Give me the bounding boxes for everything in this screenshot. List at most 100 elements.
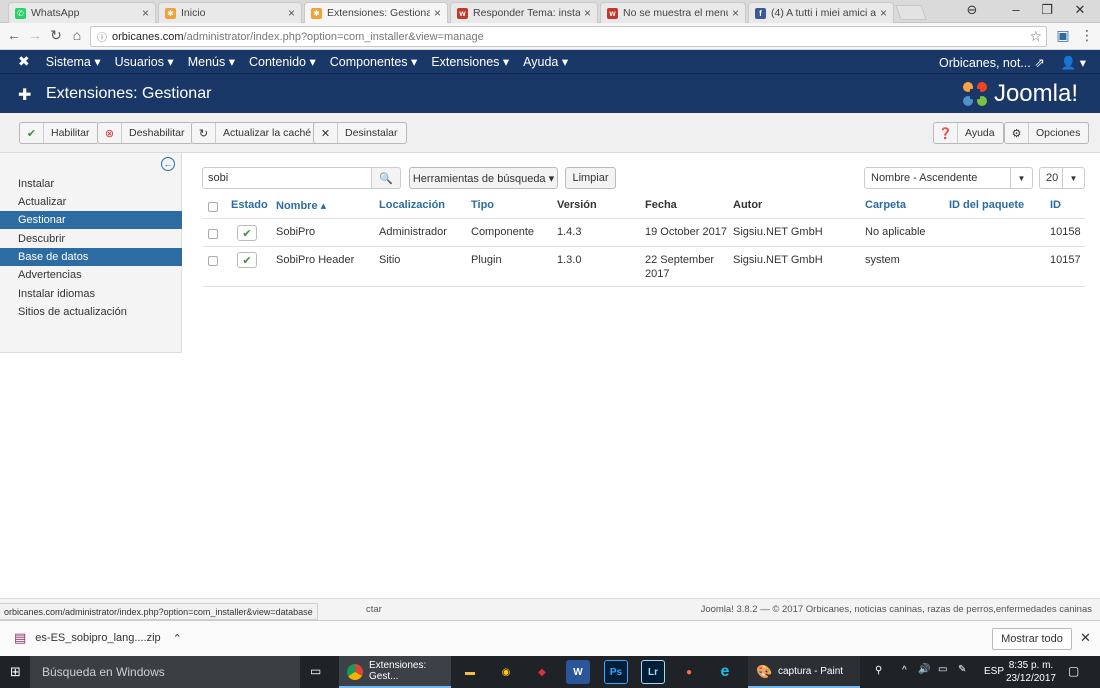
search-tools-button[interactable]: Herramientas de búsqueda ▾ [409, 167, 558, 189]
tab-inicio[interactable]: ✱ Inicio × [158, 2, 302, 23]
close-icon[interactable]: × [732, 6, 739, 20]
file-explorer-icon[interactable]: ▬ [458, 660, 482, 684]
tab-whatsapp[interactable]: ✆ WhatsApp × [8, 2, 156, 23]
sidebar-item-actualizar[interactable]: Actualizar [0, 193, 182, 211]
language-indicator[interactable]: ESP [984, 666, 1004, 677]
close-icon[interactable]: × [142, 6, 149, 20]
photoshop-icon[interactable]: Ps [604, 660, 628, 684]
clear-button[interactable]: Limpiar [565, 167, 616, 189]
close-icon[interactable]: × [288, 6, 295, 20]
site-link[interactable]: Orbicanes, not... ⇗ [939, 55, 1045, 71]
taskbar-paint-window[interactable]: 🎨 captura - Paint [748, 656, 860, 688]
back-icon[interactable]: ← [5, 27, 23, 43]
info-icon[interactable]: ⓘ [97, 29, 107, 44]
cell-nombre: SobiPro Header [276, 254, 355, 266]
volume-icon[interactable]: 🔊 [918, 664, 930, 675]
col-id[interactable]: ID [1050, 199, 1061, 211]
menu-icon[interactable]: ⋮ [1078, 27, 1096, 44]
uninstall-button[interactable]: ✕ Desinstalar [313, 122, 407, 144]
url-field[interactable]: ⓘ orbicanes.com/administrator/index.php?… [90, 26, 1047, 47]
app-icon[interactable]: ◉ [494, 660, 518, 684]
close-icon[interactable]: × [880, 6, 887, 20]
menu-contenido[interactable]: Contenido ▾ [249, 54, 316, 69]
col-tipo[interactable]: Tipo [471, 199, 494, 211]
menu-extensiones[interactable]: Extensiones ▾ [431, 54, 509, 69]
pen-icon[interactable]: ✎ [958, 664, 966, 675]
clock[interactable]: 8:35 p. m. 23/12/2017 [1006, 659, 1056, 685]
new-tab-button[interactable] [895, 5, 927, 20]
lightroom-icon[interactable]: Lr [641, 660, 665, 684]
menu-sistema[interactable]: Sistema ▾ [46, 54, 101, 69]
cancel-circle-icon: ⊗ [98, 123, 122, 143]
bookmark-star-icon[interactable]: ☆ [1029, 28, 1042, 45]
help-button[interactable]: ❓ Ayuda [933, 122, 1004, 144]
col-estado[interactable]: Estado [231, 199, 268, 211]
chevron-up-icon[interactable]: ^ [902, 665, 907, 676]
tab-responder-tema[interactable]: w Responder Tema: instale × [450, 2, 598, 23]
menu-menus[interactable]: Menús ▾ [188, 54, 235, 69]
firefox-icon[interactable]: ● [677, 660, 701, 684]
col-carpeta[interactable]: Carpeta [865, 199, 906, 211]
collapse-sidebar-icon[interactable]: ← [161, 157, 175, 171]
people-icon[interactable]: ⚲ [875, 665, 882, 676]
refresh-cache-button[interactable]: ↻ Actualizar la caché [191, 122, 321, 144]
restore-icon[interactable]: ❐ [1037, 2, 1057, 18]
menu-ayuda[interactable]: Ayuda ▾ [523, 54, 568, 69]
sort-select[interactable]: Nombre - Ascendente ▼ [864, 167, 1033, 189]
select-all-checkbox[interactable] [208, 202, 218, 212]
home-icon[interactable]: ⌂ [68, 27, 86, 43]
status-toggle[interactable]: ✔ [237, 252, 257, 268]
sidebar-item-instalar[interactable]: Instalar [0, 175, 182, 193]
close-icon[interactable]: × [434, 6, 441, 20]
extension-icon[interactable]: ▣ [1054, 27, 1072, 44]
windows-start-icon[interactable]: ⊞ [10, 664, 21, 680]
tab-title: Inicio [181, 7, 206, 19]
forum-icon: w [457, 7, 468, 19]
menu-usuarios[interactable]: Usuarios ▾ [115, 54, 174, 69]
tab-no-se-muestra[interactable]: w No se muestra el menú c × [600, 2, 746, 23]
search-button[interactable]: 🔍 [371, 167, 401, 189]
reload-icon[interactable]: ↻ [47, 27, 65, 44]
cell-carpeta: No aplicable [865, 226, 926, 238]
tab-extensiones[interactable]: ✱ Extensiones: Gestionar - × [304, 2, 448, 23]
enable-button[interactable]: ✔ Habilitar [19, 122, 99, 144]
show-all-button[interactable]: Mostrar todo [992, 628, 1072, 650]
joomla-icon[interactable]: ✖ [18, 53, 30, 70]
menu-componentes[interactable]: Componentes ▾ [330, 54, 418, 69]
close-icon[interactable]: ✕ [1080, 630, 1091, 646]
taskbar-search[interactable]: Búsqueda en Windows [30, 656, 300, 688]
close-icon[interactable]: × [584, 6, 591, 20]
row-checkbox[interactable] [208, 229, 218, 239]
sidebar-item-descubrir[interactable]: Descubrir [0, 230, 182, 248]
minimize-icon[interactable]: – [1006, 2, 1026, 17]
notifications-icon[interactable]: ▢ [1068, 664, 1079, 678]
taskbar-chrome-window[interactable]: Extensiones: Gest... [339, 656, 451, 688]
forward-icon[interactable]: → [26, 27, 44, 43]
internet-explorer-icon[interactable]: e [713, 660, 737, 684]
tab-title: Responder Tema: instale [473, 7, 580, 19]
app-icon[interactable]: ◆ [530, 660, 554, 684]
limit-select[interactable]: 20 ▼ [1039, 167, 1085, 189]
col-id-paquete[interactable]: ID del paquete [949, 199, 1024, 211]
download-item[interactable]: ▤ es-ES_sobipro_lang....zip ⌃ [14, 630, 182, 646]
col-nombre[interactable]: Nombre ▴ [276, 199, 326, 212]
close-window-icon[interactable]: ✕ [1070, 2, 1090, 18]
tab-facebook[interactable]: f (4) A tutti i miei amici au × [748, 2, 894, 23]
sidebar-item-advertencias[interactable]: Advertencias [0, 266, 182, 284]
row-checkbox[interactable] [208, 256, 218, 266]
user-menu[interactable]: 👤 ▾ [1061, 55, 1086, 71]
sidebar-item-sitios-actualizacion[interactable]: Sitios de actualización [0, 303, 182, 321]
sidebar-item-gestionar[interactable]: Gestionar [0, 211, 182, 229]
sidebar-item-instalar-idiomas[interactable]: Instalar idiomas [0, 285, 182, 303]
col-localizacion[interactable]: Localización [379, 199, 445, 211]
disable-button[interactable]: ⊗ Deshabilitar [97, 122, 194, 144]
word-icon[interactable]: W [566, 660, 590, 684]
profile-icon[interactable]: ⊖ [962, 2, 982, 18]
status-toggle[interactable]: ✔ [237, 225, 257, 241]
options-button[interactable]: ⚙ Opciones [1004, 122, 1090, 144]
chevron-up-icon[interactable]: ⌃ [173, 632, 182, 645]
network-icon[interactable]: ▭ [938, 664, 947, 675]
search-input[interactable]: sobi [202, 167, 372, 189]
sidebar-item-base-de-datos[interactable]: Base de datos [0, 248, 182, 266]
task-view-icon[interactable]: ▭ [310, 664, 321, 678]
